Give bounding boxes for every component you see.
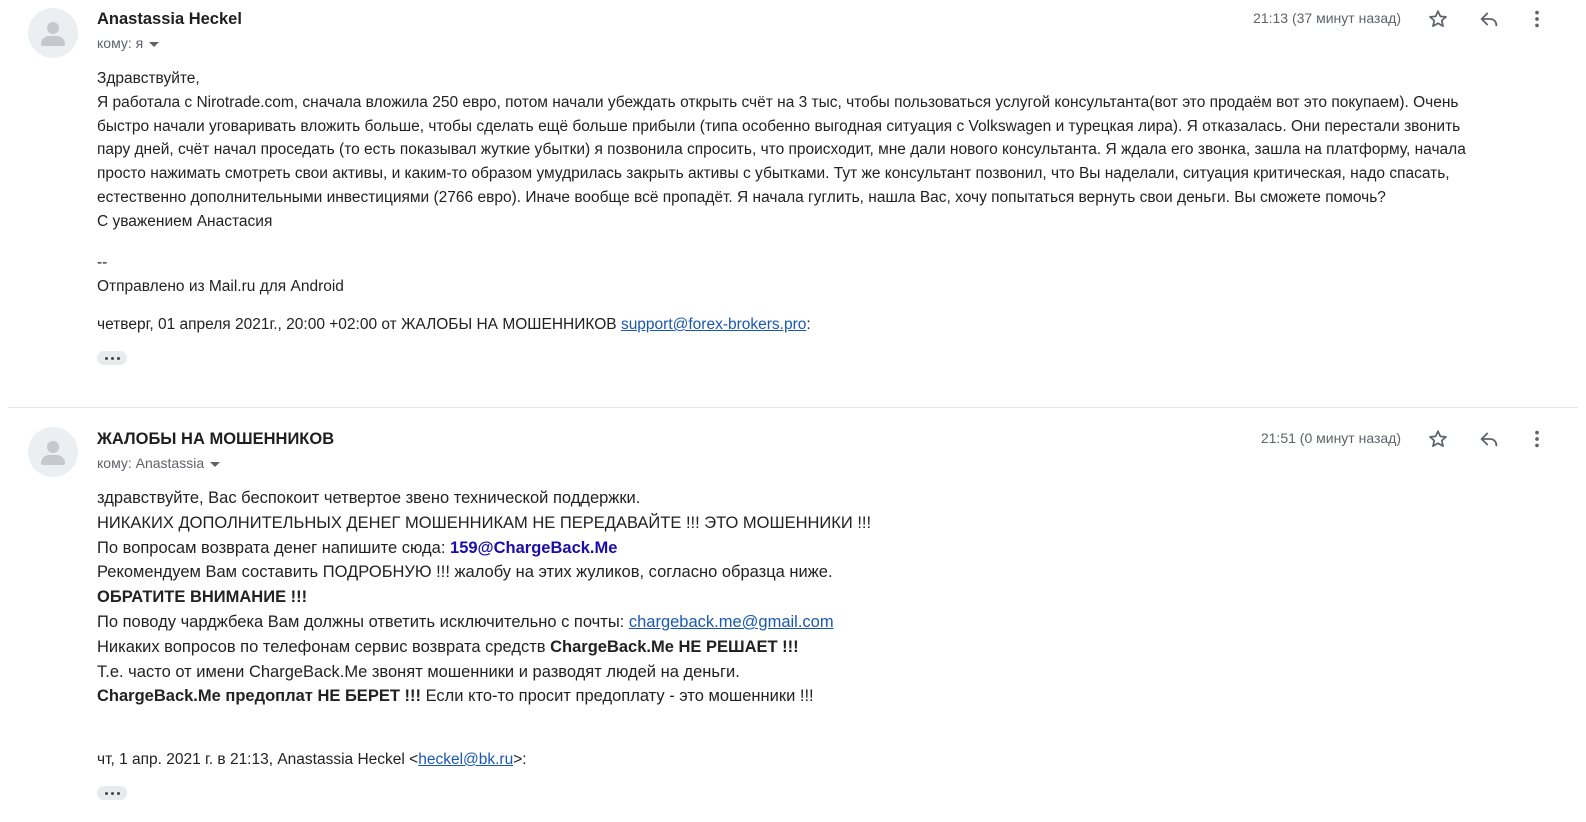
recipient-label: кому: я: [97, 35, 144, 51]
body-line: По поводу чарджбека Вам должны ответить …: [97, 612, 834, 631]
signature: -- Отправлено из Mail.ru для Android: [97, 251, 1547, 299]
body-line: просто нажимать смотреть свои активы, и …: [97, 165, 1450, 183]
person-icon: [47, 441, 59, 453]
body-line: С уважением Анастасия: [97, 212, 273, 230]
quote-email-link[interactable]: heckel@bk.ru: [418, 751, 513, 768]
more-vertical-icon: [1535, 10, 1539, 28]
signature-text: Отправлено из Mail.ru для Android: [97, 277, 344, 295]
body-line: пару дней, счёт начал проседать (то есть…: [97, 141, 1466, 159]
body-line-emphasis: ОБРАТИТЕ ВНИМАНИЕ !!!: [97, 588, 308, 607]
body-line: быстро начали уговаривать вложить больше…: [97, 117, 1461, 135]
quote-header-text: чт, 1 апр. 2021 г. в 21:13, Anastassia H…: [97, 751, 419, 768]
body-line: Здравствуйте,: [97, 70, 200, 87]
chargeback-email-highlight: 159@ChargeBack.Me: [450, 538, 618, 557]
sender-name[interactable]: ЖАЛОБЫ НА МОШЕННИКОВ: [97, 430, 334, 449]
message-timestamp: 21:51 (0 минут назад): [1260, 430, 1401, 446]
star-outline-icon: [1429, 10, 1447, 28]
star-outline-icon: [1429, 430, 1447, 448]
sender-avatar[interactable]: [28, 8, 78, 58]
star-button[interactable]: [1425, 6, 1451, 32]
reply-button[interactable]: [1476, 6, 1502, 32]
quote-header: четверг, 01 апреля 2021г., 20:00 +02:00 …: [97, 316, 811, 334]
sender-name[interactable]: Anastassia Heckel: [97, 10, 242, 29]
more-options-button[interactable]: [1524, 6, 1550, 32]
body-line: По вопросам возврата денег напишите сюда…: [97, 538, 618, 557]
reply-arrow-icon: [1480, 12, 1498, 27]
body-line: здравствуйте, Вас беспокоит четвертое зв…: [97, 489, 641, 507]
message-body: здравствуйте, Вас беспокоит четвертое зв…: [97, 486, 871, 709]
chevron-down-icon[interactable]: [149, 41, 160, 47]
show-trimmed-content-button[interactable]: [97, 786, 127, 800]
message-zhaloby: ЖАЛОБЫ НА МОШЕННИКОВ кому: Anastassia 21…: [0, 407, 1586, 822]
recipient-label: кому: Anastassia: [97, 455, 205, 471]
quote-header-suffix: :: [806, 316, 811, 333]
person-icon: [47, 22, 59, 34]
reply-button[interactable]: [1476, 426, 1502, 452]
message-anastassia: Anastassia Heckel кому: я 21:13 (37 мину…: [0, 0, 1586, 407]
more-vertical-icon: [1535, 430, 1539, 448]
body-line: ChargeBack.Me предоплат НЕ БЕРЕТ !!! Есл…: [97, 687, 814, 706]
body-line: НИКАКИХ ДОПОЛНИТЕЛЬНЫХ ДЕНЕГ МОШЕННИКАМ …: [97, 513, 872, 532]
quote-header-suffix: >:: [513, 751, 527, 768]
body-line: Я работала с Nirotrade.com, сначала влож…: [97, 93, 1459, 111]
signature-separator: --: [97, 254, 108, 271]
quote-email-link[interactable]: support@forex-brokers.pro: [621, 316, 806, 333]
recipient-details-toggle[interactable]: кому: я: [97, 35, 160, 51]
quote-header: чт, 1 апр. 2021 г. в 21:13, Anastassia H…: [97, 751, 527, 769]
quote-header-text: четверг, 01 апреля 2021г., 20:00 +02:00 …: [97, 316, 621, 333]
chevron-down-icon[interactable]: [210, 461, 221, 467]
message-timestamp: 21:13 (37 минут назад): [1253, 10, 1401, 26]
body-line: естественно дополнительными инвестициями…: [97, 188, 1386, 206]
star-button[interactable]: [1425, 426, 1451, 452]
ellipsis-icon: [104, 356, 108, 360]
sender-avatar[interactable]: [28, 427, 78, 477]
reply-arrow-icon: [1480, 432, 1498, 447]
body-line: Рекомендуем Вам составить ПОДРОБНУЮ !!! …: [97, 563, 833, 582]
body-line: Т.е. часто от имени ChargeBack.Me звонят…: [97, 662, 740, 681]
gmail-email-link[interactable]: chargeback.me@gmail.com: [629, 613, 834, 631]
more-options-button[interactable]: [1524, 426, 1550, 452]
show-trimmed-content-button[interactable]: [97, 351, 127, 365]
body-line: Никаких вопросов по телефонам сервис воз…: [97, 637, 799, 656]
message-body: Здравствуйте, Я работала с Nirotrade.com…: [97, 67, 1547, 234]
recipient-details-toggle[interactable]: кому: Anastassia: [97, 455, 221, 471]
ellipsis-icon: [104, 791, 108, 795]
